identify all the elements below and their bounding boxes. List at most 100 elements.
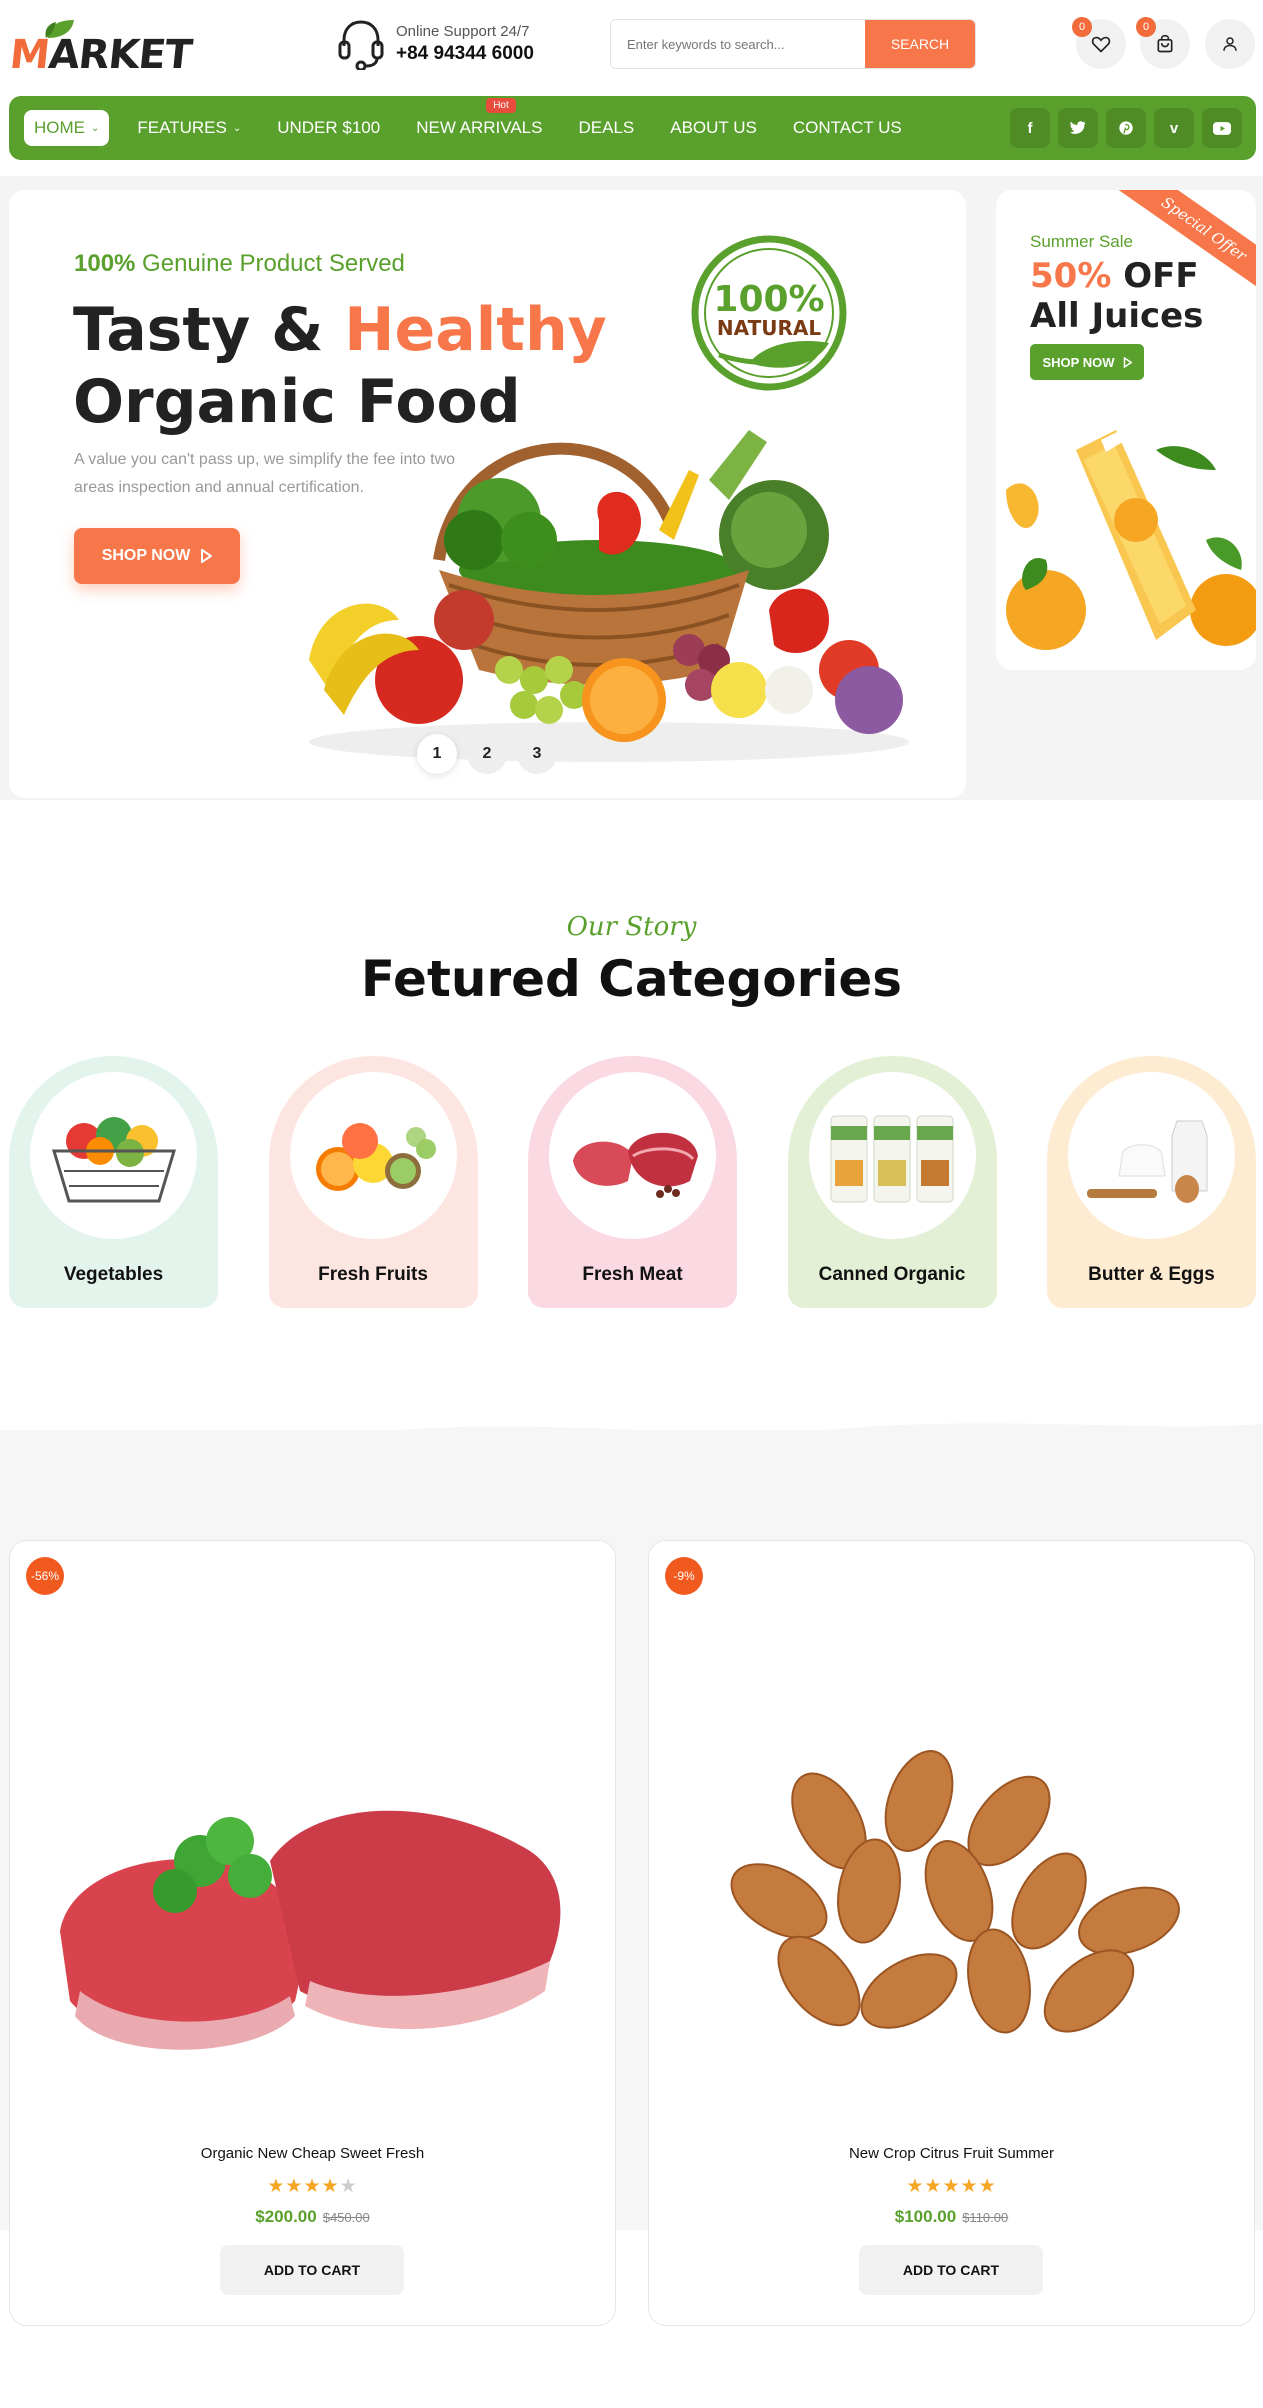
heart-icon [1091, 36, 1111, 53]
nav-item-contact-us[interactable]: CONTACT US [775, 110, 920, 146]
discount-badge: -56% [26, 1557, 64, 1595]
category-label: Fresh Fruits [318, 1264, 428, 1285]
headset-icon [338, 20, 384, 70]
old-price: $110.00 [962, 2210, 1009, 2225]
add-to-cart-button[interactable]: ADD TO CART [859, 2245, 1043, 2295]
star-icon: ★ [978, 2176, 997, 2197]
category-card-vegetables[interactable]: Vegetables [9, 1056, 218, 1308]
nav-item-features[interactable]: FEATURES ⌄ [119, 110, 259, 146]
category-image [289, 1072, 457, 1239]
nav-item-label: HOME [34, 118, 85, 137]
nav-item-label: FEATURES [137, 118, 227, 137]
main-nav: HOME ⌄ FEATURES ⌄ UNDER $100 Hot NEW ARR… [9, 96, 1256, 160]
star-icon: ★ [321, 2176, 340, 2197]
product-card[interactable]: -9% New Crop Citrus Fruit Summer ★★★★★ $… [648, 1540, 1255, 2326]
vegetable-basket-image [309, 430, 909, 762]
nav-item-new-arrivals[interactable]: Hot NEW ARRIVALS [398, 98, 560, 146]
star-icon: ★ [906, 2176, 925, 2197]
play-arrow-icon [1123, 356, 1132, 368]
pinterest-icon[interactable] [1106, 108, 1146, 148]
category-label: Vegetables [63, 1264, 164, 1285]
nav-item-label: UNDER $100 [277, 118, 381, 137]
support-label: Online Support 24/7 [396, 23, 530, 40]
promo-shop-now-button[interactable]: SHOP NOW [1030, 344, 1144, 380]
category-card-fresh-meat[interactable]: Fresh Meat [528, 1056, 737, 1308]
youtube-icon[interactable] [1202, 108, 1242, 148]
old-price: $450.00 [322, 2210, 370, 2225]
hero-shop-now-button[interactable]: SHOP NOW [74, 528, 240, 584]
twitter-icon[interactable] [1058, 108, 1098, 148]
rating-stars: ★★★★★ [10, 2175, 615, 2198]
nav-item-label: DEALS [578, 118, 635, 137]
current-price: $200.00 [255, 2207, 317, 2226]
nav-item-about-us[interactable]: ABOUT US [652, 110, 775, 146]
logo-text: ARKET [46, 32, 194, 78]
category-label: Canned Organic [818, 1264, 966, 1285]
category-card-fresh-fruits[interactable]: Fresh Fruits [268, 1056, 478, 1308]
account-button[interactable] [1205, 19, 1255, 69]
cart-count-badge: 0 [1136, 17, 1156, 37]
site-header: MARKET Online Support 24/7 +84 94344 600… [0, 0, 1263, 96]
slide-dot[interactable]: 3 [517, 734, 557, 774]
category-card-butter-eggs[interactable]: Butter & Eggs [1047, 1056, 1256, 1308]
facebook-icon[interactable]: f [1010, 108, 1050, 148]
category-label: Fresh Meat [582, 1264, 683, 1285]
nav-item-home[interactable]: HOME ⌄ [24, 110, 110, 146]
category-label: Butter & Eggs [1088, 1264, 1215, 1285]
star-icon: ★ [267, 2176, 286, 2197]
logo[interactable]: MARKET [7, 18, 194, 78]
play-arrow-icon [201, 549, 213, 563]
orange-juice-image [1006, 430, 1256, 650]
slider-pagination: 1 2 3 [417, 734, 557, 774]
online-support: Online Support 24/7 +84 94344 6000 [336, 18, 534, 70]
star-icon: ★ [942, 2176, 961, 2197]
shopping-bag-icon [1157, 34, 1173, 53]
nav-item-label: ABOUT US [670, 118, 757, 137]
product-price: $100.00 $110.00 [649, 2207, 1254, 2227]
search-input[interactable] [611, 20, 865, 68]
add-to-cart-button[interactable]: ADD TO CART [220, 2245, 404, 2295]
cart-button[interactable]: 0 [1136, 17, 1190, 69]
support-phone[interactable]: +84 94344 6000 [396, 43, 534, 65]
search-button[interactable]: SEARCH [865, 20, 975, 68]
category-image [30, 1072, 197, 1239]
product-price: $200.00 $450.00 [10, 2207, 615, 2227]
product-name[interactable]: New Crop Citrus Fruit Summer [649, 2145, 1254, 2162]
logo-letter-m: M [7, 32, 52, 78]
badge-natural: NATURAL [717, 316, 821, 340]
promo-title: 50% OFF All Juices [1030, 256, 1204, 336]
current-price: $100.00 [894, 2207, 957, 2226]
star-icon: ★ [339, 2176, 358, 2197]
star-icon: ★ [285, 2176, 304, 2197]
category-image [808, 1072, 976, 1239]
star-icon: ★ [960, 2176, 979, 2197]
nav-item-deals[interactable]: DEALS [560, 110, 652, 146]
star-icon: ★ [303, 2176, 322, 2197]
category-image [549, 1072, 716, 1239]
chevron-down-icon: ⌄ [91, 122, 100, 134]
chevron-down-icon: ⌄ [232, 122, 242, 134]
product-image [730, 1750, 1180, 2034]
section-kicker: Our Story [566, 912, 697, 942]
search-bar: SEARCH [610, 19, 976, 69]
nav-item-label: NEW ARRIVALS [416, 118, 543, 137]
nav-item-label: CONTACT US [792, 118, 902, 137]
category-image [1068, 1072, 1235, 1239]
promo-subtitle: Summer Sale [1030, 232, 1133, 251]
hot-badge: Hot [486, 98, 516, 113]
nav-item-under-100[interactable]: UNDER $100 [259, 110, 398, 146]
social-links: f v [1010, 108, 1242, 148]
slide-dot[interactable]: 2 [467, 734, 507, 774]
promo-banner[interactable]: Special Offer Summer Sale 50% OFF All Ju… [996, 190, 1256, 670]
user-icon [1223, 37, 1237, 51]
wishlist-count-badge: 0 [1072, 17, 1092, 37]
vimeo-icon[interactable]: v [1154, 108, 1194, 148]
category-card-canned-organic[interactable]: Canned Organic [787, 1056, 997, 1308]
rating-stars: ★★★★★ [649, 2175, 1254, 2198]
wishlist-button[interactable]: 0 [1072, 17, 1126, 69]
section-title: Fetured Categories [360, 950, 903, 1008]
slide-dot[interactable]: 1 [417, 734, 457, 774]
product-name[interactable]: Organic New Cheap Sweet Fresh [10, 2145, 615, 2162]
product-card[interactable]: -56% Organic New Cheap Sweet Fresh ★★★★★… [9, 1540, 616, 2326]
product-image [60, 1810, 561, 2050]
